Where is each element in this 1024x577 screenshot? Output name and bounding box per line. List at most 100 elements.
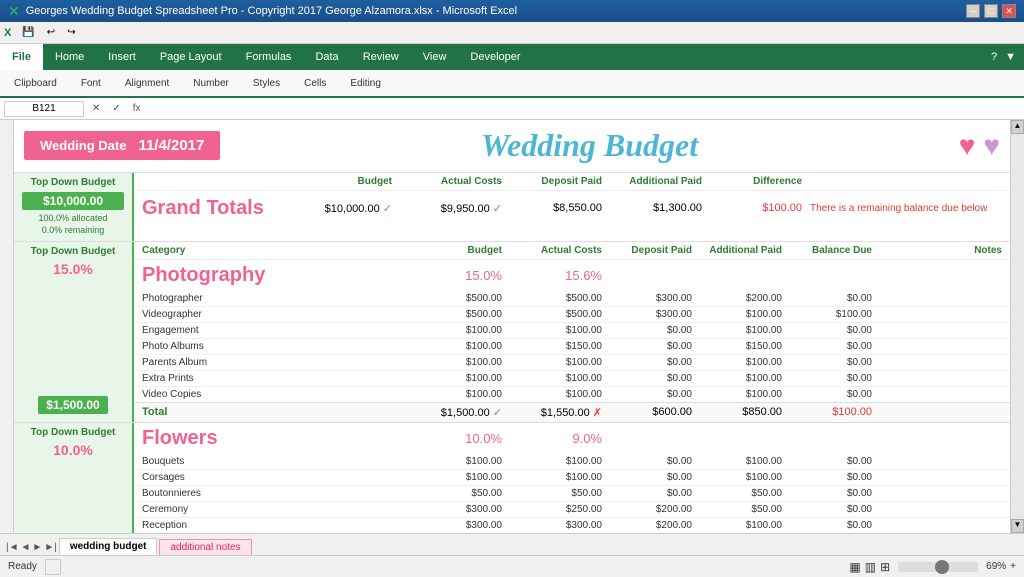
table-row: Boutonnieres $50.00 $50.00 $0.00 $50.00 … <box>134 486 1010 502</box>
grand-actual-val: $9,950.00 ✓ <box>392 202 502 215</box>
photography-actual-pct: 15.6% <box>502 268 602 283</box>
close-button[interactable]: ✕ <box>1002 4 1016 18</box>
tab-home[interactable]: Home <box>43 44 96 70</box>
grand-totals-right-panel: Budget Actual Costs Deposit Paid Additio… <box>134 173 1010 241</box>
status-bar: Ready ▦ ▥ ⊞ 69% + <box>0 555 1024 577</box>
sheet-tab-wedding-budget[interactable]: wedding budget <box>59 538 158 555</box>
col-header-difference: Difference <box>702 176 802 187</box>
table-row: Reception $300.00 $300.00 $200.00 $100.0… <box>134 518 1010 533</box>
tab-review[interactable]: Review <box>351 44 411 70</box>
function-icon[interactable]: fx <box>129 103 145 114</box>
photo-col-additional: Additional Paid <box>692 245 782 256</box>
alignment-group[interactable]: Alignment <box>119 76 175 91</box>
grand-deposit-val: $8,550.00 <box>502 202 602 214</box>
tab-file[interactable]: File <box>0 44 43 70</box>
table-row: Bouquets $100.00 $100.00 $0.00 $100.00 $… <box>134 454 1010 470</box>
zoom-slider[interactable] <box>898 562 978 572</box>
flowers-title: Flowers <box>142 427 402 450</box>
tab-navigation[interactable]: |◄ ◄ ► ►| <box>4 540 59 555</box>
sheet-tab-additional-notes[interactable]: additional notes <box>159 539 251 555</box>
styles-group[interactable]: Styles <box>247 76 286 91</box>
allocated-text: 100.0% allocated 0.0% remaining <box>22 212 124 237</box>
formula-cancel-icon[interactable]: ✕ <box>88 103 104 114</box>
tab-data[interactable]: Data <box>303 44 350 70</box>
save-button[interactable]: 💾 <box>17 25 39 40</box>
font-group[interactable]: Font <box>75 76 107 91</box>
grand-budget-val: $10,000.00 ✓ <box>282 202 392 215</box>
number-group[interactable]: Number <box>187 76 235 91</box>
status-right[interactable]: ▦ ▥ ⊞ 69% + <box>849 560 1016 574</box>
help-icon[interactable]: ? <box>991 51 997 63</box>
sheet-tabs[interactable]: |◄ ◄ ► ►| wedding budget additional note… <box>0 533 1024 555</box>
tab-page-layout[interactable]: Page Layout <box>148 44 234 70</box>
wedding-date-label: Wedding Date <box>40 138 126 153</box>
wedding-date-box: Wedding Date 11/4/2017 <box>24 131 220 160</box>
table-row: Videographer $500.00 $500.00 $300.00 $10… <box>134 307 1010 323</box>
flowers-percent: 10.0% <box>53 442 93 458</box>
photography-amount: $1,500.00 <box>38 396 107 414</box>
photography-percent: 15.0% <box>53 261 93 277</box>
flowers-cat-pct: 10.0% <box>402 431 502 446</box>
formula-bar: ✕ ✓ fx <box>0 98 1024 120</box>
formula-input[interactable] <box>149 103 1020 114</box>
col-header-additional: Additional Paid <box>602 176 702 187</box>
zoom-in-button[interactable]: + <box>1010 561 1016 572</box>
vertical-scrollbar[interactable]: ▲ ▼ <box>1010 120 1024 533</box>
photography-cat-pct: 15.0% <box>402 268 502 283</box>
tab-prev-button[interactable]: ◄ <box>21 542 31 553</box>
table-row: Video Copies $100.00 $100.00 $0.00 $100.… <box>134 387 1010 402</box>
tab-view[interactable]: View <box>411 44 459 70</box>
zoom-slider-thumb[interactable] <box>935 560 949 574</box>
excel-logo-icon: ✕ <box>8 3 20 20</box>
photo-col-budget: Budget <box>402 245 502 256</box>
grand-totals-left-panel: Top Down Budget $10,000.00 100.0% alloca… <box>14 173 134 241</box>
undo-button[interactable]: ↩ <box>42 25 60 40</box>
photography-title: Photography <box>142 264 402 287</box>
table-row: Photographer $500.00 $500.00 $300.00 $20… <box>134 291 1010 307</box>
cells-group[interactable]: Cells <box>298 76 332 91</box>
ribbon-menu: Clipboard Font Alignment Number Styles C… <box>0 70 1024 98</box>
photo-col-actual: Actual Costs <box>502 245 602 256</box>
normal-view-icon[interactable]: ▦ <box>849 560 860 574</box>
sheet-area: Wedding Date 11/4/2017 Wedding Budget ♥ … <box>14 120 1010 533</box>
tab-first-button[interactable]: |◄ <box>6 542 19 553</box>
tab-insert[interactable]: Insert <box>96 44 148 70</box>
page-layout-icon[interactable]: ▥ <box>865 560 876 574</box>
formula-accept-icon[interactable]: ✓ <box>108 103 124 114</box>
quick-access-toolbar: X 💾 ↩ ↪ <box>0 22 1024 44</box>
photo-col-balance: Balance Due <box>782 245 872 256</box>
content-area: Wedding Date 11/4/2017 Wedding Budget ♥ … <box>0 120 1024 533</box>
clipboard-group[interactable]: Clipboard <box>8 76 63 91</box>
table-row: Parents Album $100.00 $100.00 $0.00 $100… <box>134 355 1010 371</box>
title-bar: ✕ Georges Wedding Budget Spreadsheet Pro… <box>0 0 1024 22</box>
balance-note: There is a remaining balance due below <box>802 203 1002 214</box>
ready-status: Ready <box>8 561 37 572</box>
budget-container[interactable]: Top Down Budget $10,000.00 100.0% alloca… <box>14 173 1010 533</box>
minimize-button[interactable]: ─ <box>966 4 980 18</box>
maximize-button[interactable]: □ <box>984 4 998 18</box>
tab-last-button[interactable]: ►| <box>44 542 57 553</box>
grand-totals-title: Grand Totals <box>142 197 282 220</box>
hearts-decoration: ♥ ♥ <box>959 130 1000 162</box>
scroll-up-button[interactable]: ▲ <box>1011 120 1024 134</box>
scroll-track[interactable] <box>1011 134 1024 519</box>
photography-rows: Photographer $500.00 $500.00 $300.00 $20… <box>134 291 1010 402</box>
scroll-down-button[interactable]: ▼ <box>1011 519 1024 533</box>
cell-mode-icon <box>45 559 61 575</box>
tab-developer[interactable]: Developer <box>458 44 532 70</box>
tab-next-button[interactable]: ► <box>32 542 42 553</box>
tab-formulas[interactable]: Formulas <box>234 44 304 70</box>
ribbon-tabs[interactable]: File Home Insert Page Layout Formulas Da… <box>0 44 1024 70</box>
window-controls[interactable]: ─ □ ✕ <box>966 4 1016 18</box>
editing-group[interactable]: Editing <box>344 76 387 91</box>
page-break-icon[interactable]: ⊞ <box>880 560 890 574</box>
photo-col-category: Category <box>142 245 402 256</box>
status-left: Ready <box>8 559 61 575</box>
heart-purple-icon: ♥ <box>983 130 1000 162</box>
ribbon-minimize-icon[interactable]: ▼ <box>1005 51 1016 63</box>
redo-button[interactable]: ↪ <box>62 25 80 40</box>
budget-check-icon: ✓ <box>383 203 392 215</box>
grand-difference-val: $100.00 <box>702 202 802 214</box>
wedding-date-value: 11/4/2017 <box>138 137 204 154</box>
cell-reference-input[interactable] <box>4 101 84 117</box>
